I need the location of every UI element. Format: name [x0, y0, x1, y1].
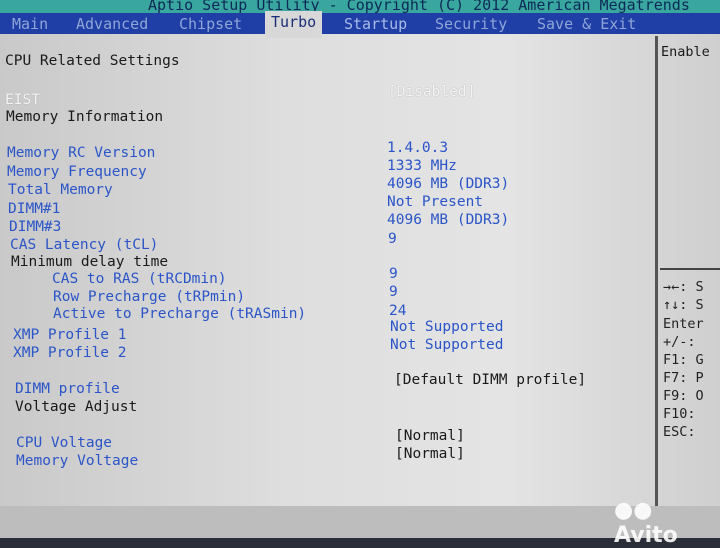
row-label: Memory Frequency: [7, 164, 147, 180]
key-hint: →←: S: [663, 279, 704, 295]
dimm-profile-value[interactable]: [Default DIMM profile]: [394, 372, 586, 388]
tab-main[interactable]: Main: [12, 15, 48, 33]
key-hint: +/-:: [663, 334, 704, 350]
memory-info-heading: Memory Information: [6, 109, 164, 125]
row-value: 4096 MB (DDR3): [387, 176, 510, 192]
row-value: Not Present: [387, 194, 484, 210]
xmp-value: Not Supported: [390, 337, 504, 353]
cpu-voltage-label[interactable]: CPU Voltage: [16, 435, 112, 451]
xmp-value: Not Supported: [390, 319, 504, 335]
watermark-text: Avito: [614, 523, 678, 548]
avito-watermark: ●● Avito: [614, 498, 720, 548]
voltage-adjust-heading: Voltage Adjust: [15, 399, 138, 415]
key-hint: Enter: [663, 316, 704, 332]
row-value: 1.4.0.3: [387, 140, 449, 156]
xmp-label: XMP Profile 1: [13, 327, 127, 343]
eist-label[interactable]: EIST: [5, 92, 40, 108]
delay-value: 9: [389, 284, 398, 300]
memory-voltage-value[interactable]: [Normal]: [395, 446, 465, 462]
help-divider: [660, 268, 720, 270]
key-hint: ESC:: [663, 424, 704, 440]
row-label: Total Memory: [8, 182, 113, 198]
key-hint: ↑↓: S: [663, 297, 704, 313]
tab-startup[interactable]: Startup: [344, 15, 407, 33]
help-text: Enable: [661, 44, 710, 60]
key-hint: F1: G: [663, 352, 704, 368]
key-hint: F7: P: [663, 370, 704, 386]
row-label: Memory RC Version: [7, 145, 156, 161]
key-hint: F9: O: [663, 388, 704, 404]
tab-security[interactable]: Security: [435, 15, 507, 33]
row-label: CAS Latency (tCL): [10, 237, 159, 253]
bios-screen: Aptio Setup Utility - Copyright (C) 2012…: [0, 0, 720, 548]
tab-turbo[interactable]: Turbo: [265, 11, 323, 38]
eist-value[interactable]: [Disabled]: [388, 84, 475, 100]
tab-advanced[interactable]: Advanced: [76, 15, 148, 33]
memory-voltage-label[interactable]: Memory Voltage: [16, 453, 138, 469]
delay-label: Row Precharge (tRPmin): [53, 289, 246, 305]
row-label: DIMM#1: [8, 201, 61, 217]
tab-bar: Main Advanced Chipset Turbo Startup Secu…: [0, 11, 720, 38]
row-value: 1333 MHz: [387, 158, 457, 174]
delay-label: CAS to RAS (tRCDmin): [52, 271, 227, 287]
row-label: DIMM#3: [9, 219, 62, 235]
cpu-voltage-value[interactable]: [Normal]: [395, 428, 465, 444]
delay-value: 24: [389, 303, 407, 319]
row-value: 4096 MB (DDR3): [387, 212, 510, 228]
min-delay-heading: Minimum delay time: [11, 254, 169, 270]
delay-value: 9: [389, 266, 398, 282]
dimm-profile-label[interactable]: DIMM profile: [15, 381, 120, 397]
tab-chipset[interactable]: Chipset: [179, 15, 242, 33]
bottom-bezel: [0, 506, 720, 538]
key-hint: F10:: [663, 406, 704, 422]
row-value: 9: [388, 231, 397, 247]
tab-save-exit[interactable]: Save & Exit: [537, 15, 636, 33]
title-bar: Aptio Setup Utility - Copyright (C) 2012…: [0, 0, 720, 13]
xmp-label: XMP Profile 2: [13, 345, 127, 361]
settings-panel: CPU Related Settings EIST [Disabled] Mem…: [0, 36, 658, 506]
delay-label: Active to Precharge (tRASmin): [53, 306, 307, 322]
avito-dots-icon: ●●: [614, 498, 653, 523]
section-heading: CPU Related Settings: [5, 53, 180, 69]
